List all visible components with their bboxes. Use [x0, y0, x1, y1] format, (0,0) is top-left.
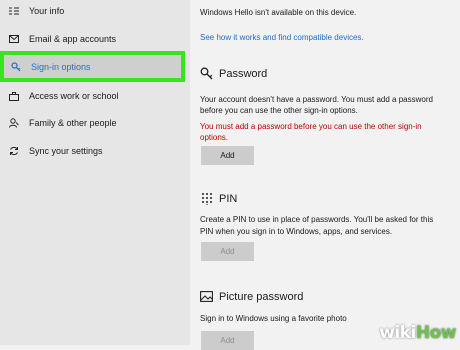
sidebar-item-email-accounts[interactable]: Email & app accounts [0, 26, 190, 52]
sidebar-item-label: Your info [29, 6, 65, 16]
sidebar-item-label: Family & other people [29, 118, 117, 128]
pin-heading: PIN [200, 192, 237, 205]
windows-hello-link[interactable]: See how it works and find compatible dev… [200, 32, 364, 43]
password-title: Password [219, 67, 268, 80]
sidebar-item-work-school[interactable]: Access work or school [0, 83, 190, 109]
sidebar-item-family[interactable]: Family & other people [0, 110, 190, 136]
pin-keypad-icon [200, 192, 213, 205]
password-desc-line1: Your account doesn't have a password. Yo… [200, 95, 433, 104]
password-warning-line1: You must add a password before you can u… [200, 122, 422, 131]
picture-password-heading: Picture password [200, 290, 303, 303]
password-warning-line2: options. [200, 133, 229, 142]
mail-icon [9, 34, 19, 44]
sidebar-item-label: Email & app accounts [29, 34, 117, 44]
picture-password-desc: Sign in to Windows using a favorite phot… [200, 314, 347, 323]
windows-hello-message: Windows Hello isn't available on this de… [200, 8, 357, 17]
sidebar-item-sync[interactable]: Sync your settings [0, 138, 190, 164]
pin-add-button[interactable]: Add [201, 242, 254, 261]
password-add-button[interactable]: Add [201, 146, 254, 165]
password-desc-line2: before you can use the other sign-in opt… [200, 106, 358, 115]
password-heading: Password [200, 67, 267, 80]
picture-icon [200, 290, 213, 303]
people-icon [9, 118, 19, 128]
sidebar-item-sign-in-options[interactable]: Sign-in options [0, 51, 185, 82]
sidebar-item-label: Sync your settings [29, 146, 103, 156]
key-icon [11, 61, 21, 72]
key-icon [200, 67, 213, 80]
briefcase-icon [9, 91, 19, 101]
picture-add-button[interactable]: Add [201, 331, 254, 350]
settings-sidebar: Your info Email & app accounts Sign-in o… [0, 0, 190, 345]
pin-title: PIN [219, 192, 238, 205]
picture-password-title: Picture password [219, 290, 304, 303]
sidebar-item-your-info[interactable]: Your info [0, 0, 190, 24]
wikihow-watermark: wikiHow [379, 323, 456, 343]
sync-icon [9, 146, 19, 156]
sidebar-item-label: Sign-in options [31, 61, 91, 72]
person-card-icon [9, 6, 19, 16]
settings-content: Windows Hello isn't available on this de… [190, 0, 460, 350]
pin-desc-line1: Create a PIN to use in place of password… [200, 215, 434, 224]
pin-desc-line2: PIN when you sign in to Windows, apps, a… [200, 227, 393, 236]
sidebar-item-label: Access work or school [29, 91, 119, 101]
